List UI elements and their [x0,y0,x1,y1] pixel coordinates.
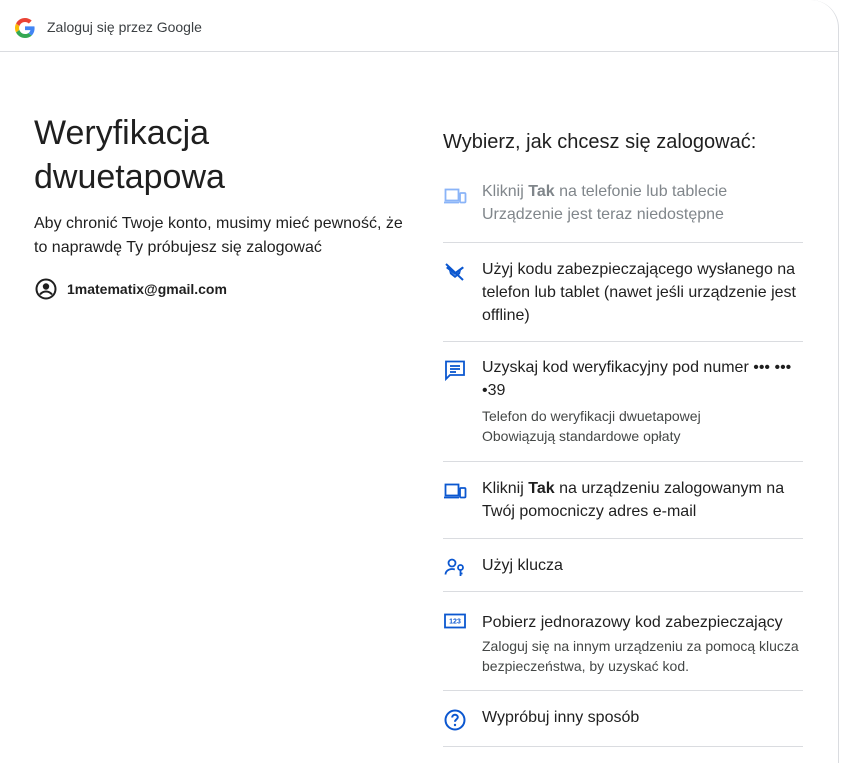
account-circle-icon [35,278,57,300]
phonelink-lock-icon [443,260,467,284]
svg-text:123: 123 [449,619,461,626]
option-label: Użyj kodu zabezpieczającego wysłanego na… [482,261,796,324]
passkey-icon [443,555,467,579]
help-circle-icon [443,708,467,732]
sms-icon [443,358,467,382]
option-tap-yes-recovery-email[interactable]: Kliknij Tak na urządzeniu zalogowanym na… [443,462,803,539]
option-label: Użyj klucza [482,557,563,574]
option-label: Wypróbuj inny sposób [482,709,640,726]
options-heading: Wybierz, jak chcesz się zalogować: [443,131,757,153]
option-one-time-code[interactable]: 123 Pobierz jednorazowy kod zabezpieczaj… [443,592,803,691]
option-label: Pobierz jednorazowy kod zabezpieczający [482,614,783,631]
option-sublabel: Zaloguj się na innym urządzeniu za pomoc… [482,638,799,674]
signin-card: Zaloguj się przez Google Weryfikacja dwu… [0,0,839,763]
option-passkey[interactable]: Użyj klucza [443,539,803,592]
page-title: Weryfikacja dwuetapowa [34,114,225,196]
option-security-code-phone[interactable]: Użyj kodu zabezpieczającego wysłanego na… [443,243,803,342]
option-sublabel: Telefon do weryfikacji dwuetapowej [482,408,701,424]
option-label: Uzyskaj kod weryfikacyjny pod numer ••• … [482,359,792,399]
option-sublabel: Obowiązują standardowe opłaty [482,428,681,444]
devices-icon [443,184,467,208]
option-tap-yes-phone: Kliknij Tak na telefonie lub tablecie Ur… [443,168,803,243]
account-chip[interactable]: 1matematix@gmail.com [34,277,227,301]
signin-options-list: Kliknij Tak na telefonie lub tablecie Ur… [443,168,803,747]
option-sublabel: Urządzenie jest teraz niedostępne [482,206,724,223]
google-g-logo-icon [15,18,35,38]
option-sms-code[interactable]: Uzyskaj kod weryfikacyjny pod numer ••• … [443,342,803,462]
header: Zaloguj się przez Google [0,0,839,52]
pin-123-icon: 123 [443,609,467,633]
account-email: 1matematix@gmail.com [67,281,227,297]
header-title: Zaloguj się przez Google [47,19,202,35]
devices-icon [443,479,467,503]
option-label: Kliknij Tak na telefonie lub tablecie [482,183,728,200]
page-description: Aby chronić Twoje konto, musimy mieć pew… [34,215,403,256]
option-try-another-way[interactable]: Wypróbuj inny sposób [443,691,803,747]
option-label: Kliknij Tak na urządzeniu zalogowanym na… [482,480,785,520]
